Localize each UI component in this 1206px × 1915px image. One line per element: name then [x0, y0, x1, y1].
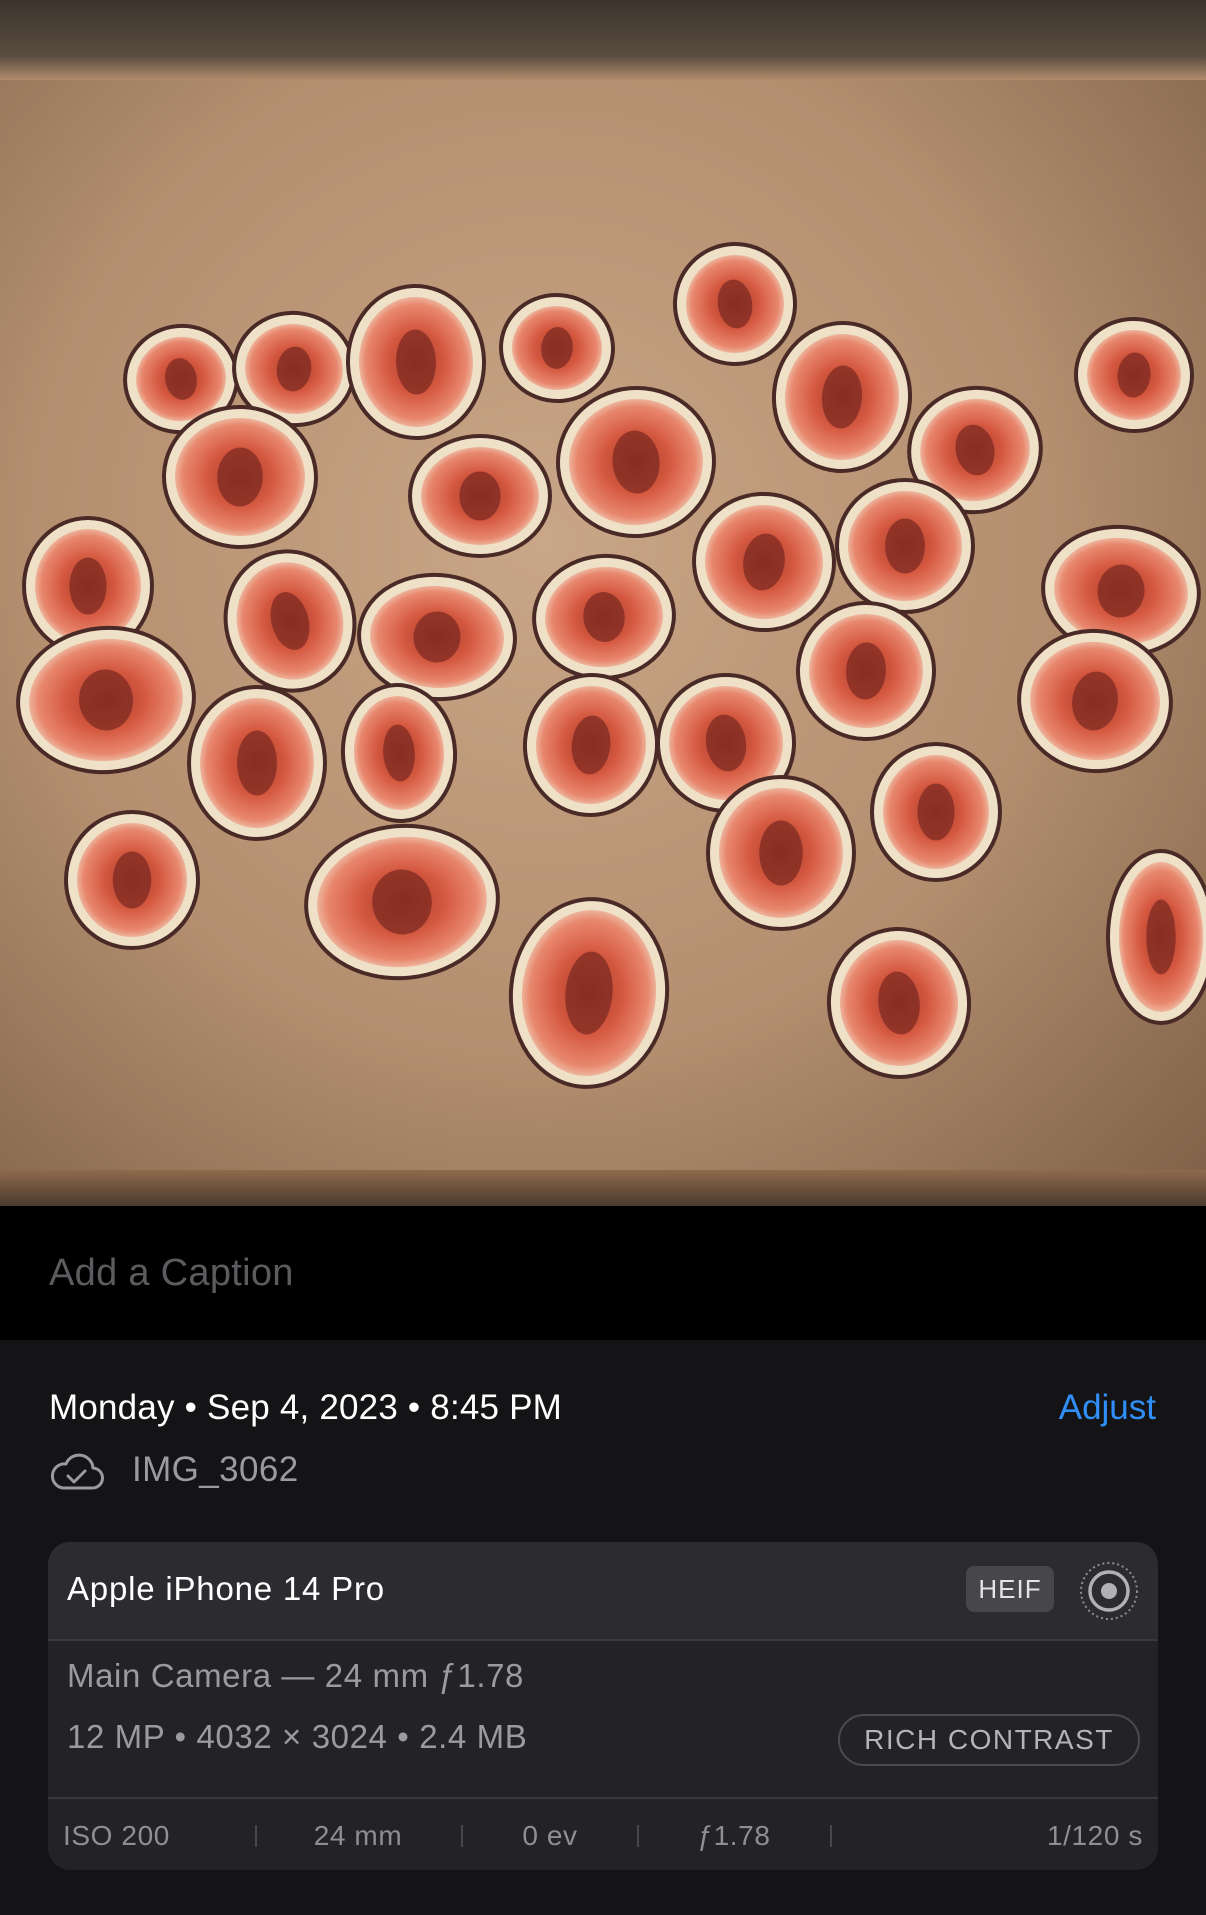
fig-half [522, 673, 660, 817]
fig-half [187, 685, 327, 841]
caption-placeholder[interactable]: Add a Caption [49, 1252, 294, 1295]
exif-row: ISO 200 24 mm 0 ev ƒ1.78 1/120 s [48, 1797, 1158, 1870]
camera-info-card: Apple iPhone 14 Pro HEIF Main Camera — 2… [48, 1542, 1158, 1870]
photo-view[interactable] [0, 0, 1206, 1206]
fig-half [357, 572, 517, 702]
fig-half [223, 549, 357, 693]
date-time: Monday • Sep 4, 2023 • 8:45 PM [49, 1388, 563, 1427]
fig-half [835, 478, 975, 614]
fig-half [508, 897, 670, 1089]
cloud-check-icon [50, 1453, 104, 1490]
fig-half [556, 385, 716, 539]
fig-half [1074, 316, 1194, 434]
fig-half [345, 284, 487, 440]
fig-half [532, 553, 676, 681]
fig-half [16, 625, 196, 775]
photographic-style-badge[interactable]: RICH CONTRAST [838, 1714, 1140, 1766]
fig-half [340, 683, 458, 823]
fig-half [673, 242, 797, 366]
adjust-button[interactable]: Adjust [1059, 1388, 1156, 1428]
fig-half [796, 601, 936, 741]
exif-separator [637, 1824, 639, 1847]
fig-half [499, 292, 615, 404]
tray-edge-bottom [0, 1170, 1206, 1206]
image-specs: 12 MP • 4032 × 3024 • 2.4 MB [67, 1718, 528, 1755]
exif-separator [830, 1824, 832, 1847]
fig-half [826, 927, 972, 1079]
exif-value: 1/120 s [1046, 1819, 1143, 1851]
exif-value: 0 ev [522, 1819, 578, 1851]
card-header: Apple iPhone 14 Pro HEIF [48, 1542, 1158, 1641]
camera-lens: Main Camera — 24 mm ƒ1.78 [67, 1657, 525, 1694]
fig-half [870, 742, 1002, 882]
fig-half [771, 321, 913, 473]
fig-half [692, 491, 836, 633]
exif-value: ISO 200 [63, 1819, 170, 1851]
device-name: Apple iPhone 14 Pro [67, 1570, 385, 1607]
exif-value: ƒ1.78 [697, 1819, 771, 1851]
file-name: IMG_3062 [132, 1450, 299, 1489]
exif-separator [255, 1824, 257, 1847]
fig-halves [16, 242, 1206, 1089]
fig-half [304, 823, 500, 981]
fig-half [1106, 849, 1206, 1025]
fig-half [408, 434, 552, 558]
live-photo-icon[interactable] [1078, 1560, 1140, 1622]
fig-half [706, 775, 856, 931]
exif-separator [461, 1824, 463, 1847]
fig-half [64, 810, 200, 950]
exif-value: 24 mm [313, 1819, 403, 1851]
format-badge: HEIF [966, 1566, 1054, 1612]
